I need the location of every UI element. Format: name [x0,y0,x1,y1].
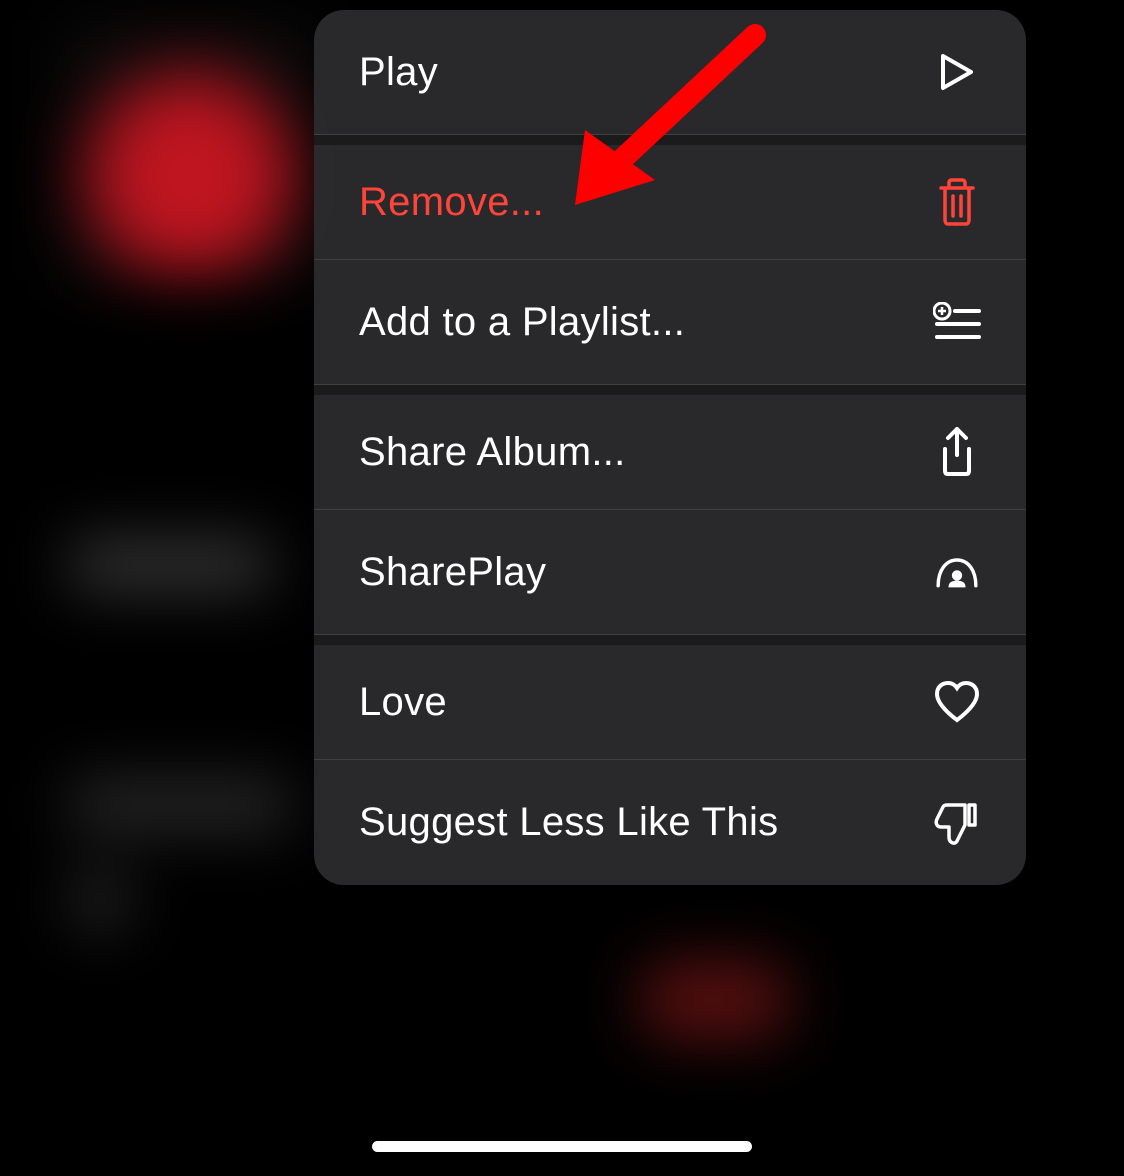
blurred-text [70,540,270,590]
play-icon [933,48,981,96]
blurred-text [70,780,290,830]
menu-label: Share Album... [359,430,626,475]
menu-label: Remove... [359,180,544,225]
shareplay-icon [933,548,981,596]
menu-label: SharePlay [359,550,546,595]
blurred-content [640,960,790,1040]
menu-item-play[interactable]: Play [314,10,1026,135]
menu-label: Play [359,50,438,95]
menu-item-shareplay[interactable]: SharePlay [314,510,1026,635]
menu-item-love[interactable]: Love [314,635,1026,760]
menu-item-remove[interactable]: Remove... [314,135,1026,260]
thumbs-down-icon [933,799,981,847]
menu-label: Add to a Playlist... [359,300,685,345]
context-menu: Play Remove... Add to a Playlist... Shar… [314,10,1026,885]
blurred-circle [70,870,130,930]
menu-item-suggest-less[interactable]: Suggest Less Like This [314,760,1026,885]
share-icon [933,428,981,476]
menu-label: Suggest Less Like This [359,800,778,845]
trash-icon [933,178,981,226]
menu-label: Love [359,680,447,725]
album-art-thumbnail [60,20,320,280]
menu-item-share-album[interactable]: Share Album... [314,385,1026,510]
add-playlist-icon [933,298,981,346]
heart-icon [933,678,981,726]
home-indicator[interactable] [372,1141,752,1152]
menu-item-add-playlist[interactable]: Add to a Playlist... [314,260,1026,385]
